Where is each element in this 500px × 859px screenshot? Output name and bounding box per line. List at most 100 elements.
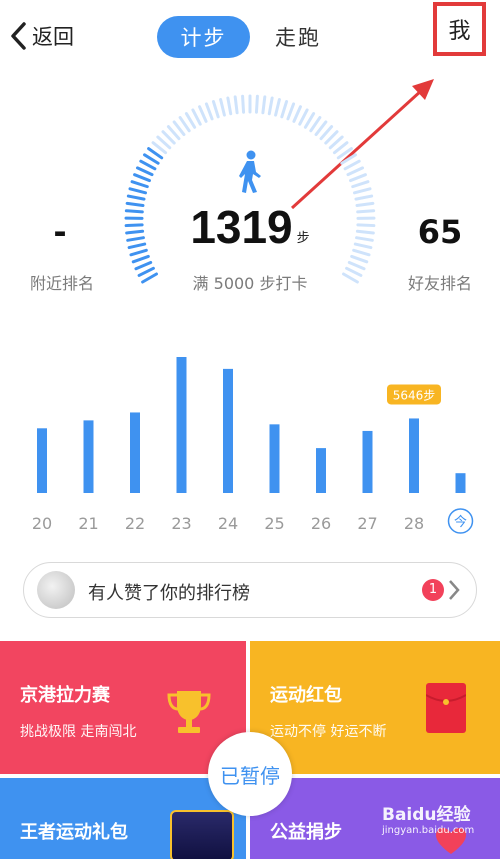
- gauge-tick: [309, 116, 322, 133]
- gauge-tick: [343, 159, 361, 171]
- gauge-tick: [352, 248, 371, 257]
- tile-game-pack-title: 王者运动礼包: [20, 822, 128, 843]
- bar-26[interactable]: [316, 448, 326, 493]
- gauge-tick: [191, 108, 202, 126]
- gauge-tick: [204, 102, 214, 121]
- game-banner-icon: [170, 810, 234, 859]
- watermark-subtext: jingyan.baidu.com: [382, 825, 475, 836]
- day-label: 28: [404, 514, 424, 533]
- day-label: 21: [78, 514, 98, 533]
- gauge-tick: [254, 94, 259, 114]
- gauge-tick: [198, 105, 208, 123]
- bar-24[interactable]: [223, 368, 233, 493]
- gauge-tick: [129, 248, 148, 257]
- gauge-tick: [134, 260, 153, 271]
- like-notice[interactable]: 有人赞了你的排行榜 1: [23, 562, 477, 618]
- friend-rank-label[interactable]: 好友排名: [398, 270, 482, 294]
- gauge-tick: [298, 108, 309, 126]
- gauge-tick: [351, 180, 370, 189]
- step-gauge: 1319 步 满 5000 步打卡 - 附近排名 65 好友排名: [0, 80, 500, 320]
- day-label: 24: [218, 514, 238, 533]
- gauge-tick: [127, 242, 147, 250]
- gauge-tick: [126, 194, 146, 201]
- red-envelope-icon: [426, 683, 466, 733]
- gauge-tick: [280, 100, 289, 119]
- gauge-tick: [219, 98, 226, 117]
- gauge-tick: [233, 95, 239, 115]
- gauge-tick: [124, 209, 144, 214]
- gauge-tick: [178, 116, 191, 133]
- gauge-tick: [241, 94, 246, 114]
- step-unit: 步: [296, 231, 310, 246]
- nearby-rank-value: -: [53, 213, 67, 251]
- gauge-tick: [303, 112, 316, 129]
- step-history-chart: 20 21 22 23 24 25 26 27 28 5646步今: [0, 340, 500, 540]
- tile-rally-subtitle: 挑战极限 走南闯北: [20, 724, 137, 740]
- gauge-tick: [261, 95, 267, 115]
- gauge-tick: [286, 102, 296, 121]
- bar-28[interactable]: [409, 418, 419, 493]
- gauge-tick: [356, 209, 376, 214]
- tile-rally[interactable]: 京港拉力赛 挑战极限 走南闯北: [0, 641, 246, 774]
- gauge-tick: [147, 147, 164, 160]
- step-count: 1319: [190, 201, 293, 253]
- tile-red-packet[interactable]: 运动红包 运动不停 好运不断: [250, 641, 500, 774]
- avatar: [37, 571, 75, 609]
- gauge-tick: [355, 201, 375, 208]
- tile-charity-title: 公益捐步: [270, 822, 342, 843]
- gauge-tick: [354, 194, 374, 201]
- gauge-tick: [125, 229, 145, 235]
- bar-chart-svg: 20 21 22 23 24 25 26 27 28 5646步今: [32, 357, 474, 534]
- tile-red-packet-title: 运动红包: [270, 685, 342, 706]
- pause-button[interactable]: 已暂停: [208, 732, 292, 816]
- walker-icon: [239, 150, 261, 193]
- notice-text: 有人赞了你的排行榜: [88, 583, 250, 604]
- day-label: 26: [311, 514, 331, 533]
- gauge-tick: [126, 236, 145, 242]
- gauge-tick: [355, 229, 375, 235]
- gauge-tick: [356, 223, 376, 228]
- gauge-tick: [336, 147, 353, 160]
- gauge-tick: [133, 173, 151, 183]
- gauge-tick: [211, 100, 220, 119]
- bar-25[interactable]: [269, 424, 280, 493]
- watermark-text: Baidu经验: [382, 805, 471, 825]
- gauge-tick: [353, 187, 372, 195]
- bar-21[interactable]: [83, 420, 94, 493]
- friend-rank-value: 65: [417, 213, 463, 251]
- gauge-tick: [135, 166, 154, 177]
- gauge-tick: [355, 236, 374, 242]
- trophy-icon: [167, 691, 211, 733]
- bar-27[interactable]: [362, 430, 373, 493]
- gauge-tick: [353, 242, 373, 250]
- gauge-tick: [274, 98, 281, 117]
- day-label: 22: [125, 514, 145, 533]
- gauge-tick: [267, 96, 274, 116]
- notice-badge: 1: [422, 579, 444, 601]
- bar-23[interactable]: [176, 357, 187, 493]
- bar-value-label: 5646步: [393, 388, 436, 402]
- tile-red-packet-subtitle: 运动不停 好运不断: [270, 724, 387, 740]
- goal-text: 满 5000 步打卡: [192, 274, 308, 293]
- gauge-tick: [131, 254, 150, 264]
- gauge-tick: [350, 254, 369, 264]
- gauge-tick: [128, 187, 147, 195]
- day-label: 27: [357, 514, 377, 533]
- gauge-tick: [130, 180, 149, 189]
- day-label: 25: [264, 514, 284, 533]
- tile-game-pack[interactable]: 王者运动礼包: [0, 778, 246, 859]
- nearby-rank-label[interactable]: 附近排名: [20, 270, 104, 294]
- bar-20[interactable]: [37, 428, 47, 493]
- gauge-tick: [184, 112, 197, 129]
- gauge-tick: [346, 166, 365, 177]
- gauge-tick: [124, 223, 144, 228]
- watermark: Baidu经验 jingyan.baidu.com: [382, 800, 500, 836]
- bar-22[interactable]: [130, 412, 140, 493]
- day-label: 20: [32, 514, 52, 533]
- gauge-tick: [292, 105, 302, 123]
- day-label: 23: [171, 514, 191, 533]
- bar-今[interactable]: [455, 473, 466, 493]
- chevron-right-icon: [449, 580, 460, 600]
- gauge-tick: [125, 201, 145, 208]
- gauge-tick: [347, 260, 366, 271]
